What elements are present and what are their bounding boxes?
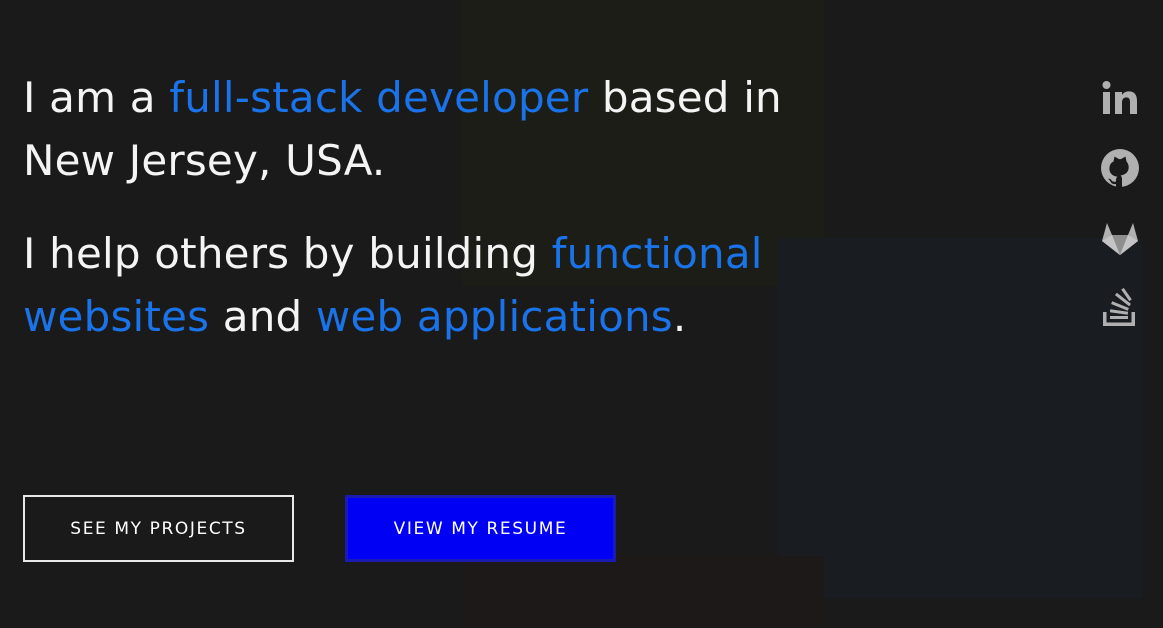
- view-my-resume-button[interactable]: VIEW MY RESUME: [345, 495, 616, 562]
- gitlab-link[interactable]: [1100, 218, 1140, 258]
- intro-line-services: I help others by building functional web…: [23, 222, 883, 348]
- highlight-full-stack-developer: full-stack developer: [169, 73, 589, 122]
- gitlab-icon: [1102, 223, 1138, 255]
- linkedin-link[interactable]: [1100, 78, 1140, 118]
- intro-line-services-pre: I help others by building: [23, 229, 552, 278]
- intro-line-location-pre: I am a: [23, 73, 170, 122]
- intro-line-services-mid: and: [209, 292, 316, 341]
- github-link[interactable]: [1100, 148, 1140, 188]
- stackoverflow-link[interactable]: [1100, 288, 1140, 328]
- social-links: [1100, 78, 1140, 358]
- intro-line-services-post: .: [672, 292, 687, 341]
- github-icon: [1101, 149, 1139, 187]
- highlight-web-applications: web applications: [315, 292, 673, 341]
- stackoverflow-icon: [1103, 288, 1135, 326]
- intro-text: I am a full-stack developer based in New…: [23, 66, 883, 348]
- intro-line-location: I am a full-stack developer based in New…: [23, 66, 883, 192]
- linkedin-icon: [1102, 81, 1137, 114]
- see-my-projects-button[interactable]: SEE MY PROJECTS: [23, 495, 294, 562]
- background-panel-red: [462, 556, 824, 628]
